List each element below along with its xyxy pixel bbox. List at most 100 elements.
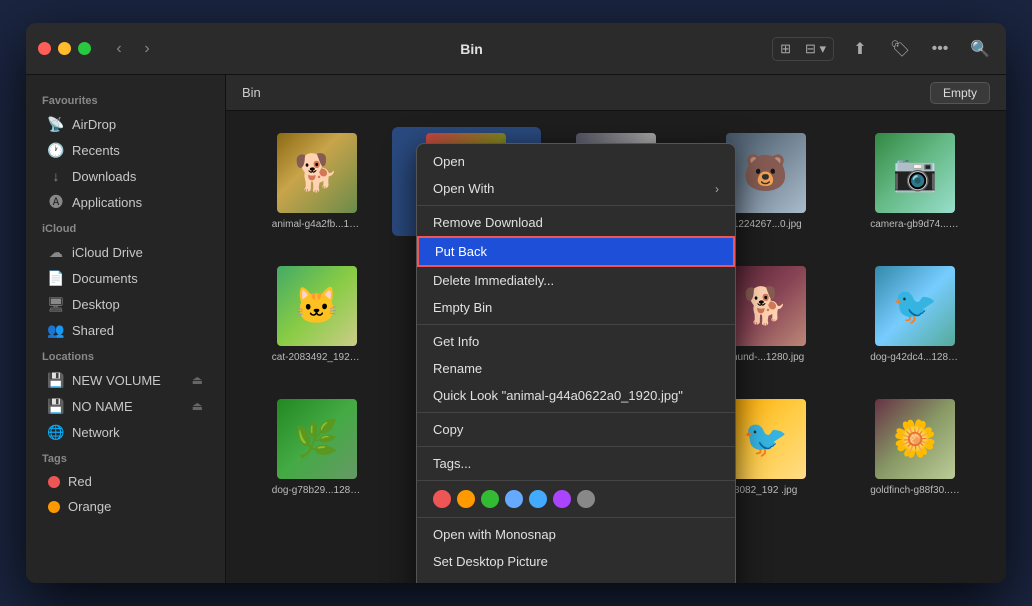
icloud-icon: ☁ bbox=[48, 244, 64, 260]
context-menu-item-open_with[interactable]: Open With› bbox=[417, 175, 735, 202]
sidebar-network-label: Network bbox=[72, 425, 120, 440]
sidebar-item-icloud-drive[interactable]: ☁ iCloud Drive bbox=[32, 239, 219, 265]
empty-button[interactable]: Empty bbox=[930, 82, 990, 104]
sidebar-item-no-name[interactable]: 💾 NO NAME ⏏ bbox=[32, 393, 219, 419]
thumbnail: 🌿 bbox=[277, 399, 357, 479]
context-menu-item-empty_bin[interactable]: Empty Bin bbox=[417, 294, 735, 321]
context-menu-item-delete_immediately[interactable]: Delete Immediately... bbox=[417, 267, 735, 294]
new-volume-icon: 💾 bbox=[48, 372, 64, 388]
context-menu-item-rename[interactable]: Rename bbox=[417, 355, 735, 382]
context-menu-item-get_info[interactable]: Get Info bbox=[417, 328, 735, 355]
submenu-arrow-icon: › bbox=[715, 182, 719, 196]
sidebar-airdrop-label: AirDrop bbox=[72, 117, 116, 132]
network-icon: 🌐 bbox=[48, 424, 64, 440]
context-menu-separator bbox=[417, 517, 735, 518]
tag-color-dot[interactable] bbox=[529, 490, 547, 508]
grid-item[interactable]: 📷 camera-gb9d74...1280.jpg bbox=[840, 127, 990, 236]
tag-color-dot[interactable] bbox=[577, 490, 595, 508]
context-menu-item-upload_monosnap[interactable]: Upload with Monosnap bbox=[417, 575, 735, 583]
thumbnail: 📷 bbox=[875, 133, 955, 213]
thumb-icon: 🌿 bbox=[294, 421, 339, 457]
tag-color-dot[interactable] bbox=[433, 490, 451, 508]
context-menu-item-quick_look[interactable]: Quick Look "animal-g44a0622a0_1920.jpg" bbox=[417, 382, 735, 409]
grid-item[interactable]: 🌼 goldfinch-g88f30...1920.jpg bbox=[840, 393, 990, 502]
ctx-item-label: Rename bbox=[433, 361, 719, 376]
eject-new-volume-icon[interactable]: ⏏ bbox=[192, 373, 203, 387]
search-icon[interactable]: 🔍 bbox=[966, 35, 994, 63]
sidebar-item-shared[interactable]: 👥 Shared bbox=[32, 317, 219, 343]
ctx-item-label: Remove Download bbox=[433, 215, 719, 230]
desktop-icon: 🖥 bbox=[48, 296, 64, 312]
context-menu-item-remove_download[interactable]: Remove Download bbox=[417, 209, 735, 236]
sidebar-item-new-volume[interactable]: 💾 NEW VOLUME ⏏ bbox=[32, 367, 219, 393]
applications-icon: 🅐 bbox=[48, 194, 64, 210]
shared-icon: 👥 bbox=[48, 322, 64, 338]
list-view-button[interactable]: ⊟ ▾ bbox=[798, 38, 833, 60]
context-menu: Open Open With› Remove Download Put Back Del… bbox=[416, 143, 736, 583]
more-icon[interactable]: ••• bbox=[926, 35, 954, 63]
grid-view-button[interactable]: ⊞ bbox=[773, 38, 798, 60]
context-menu-separator bbox=[417, 446, 735, 447]
file-label: camera-gb9d74...1280.jpg bbox=[870, 219, 960, 230]
tag-color-dot[interactable] bbox=[481, 490, 499, 508]
sidebar-item-orange-tag[interactable]: Orange bbox=[32, 494, 219, 519]
thumb-icon: 🐕 bbox=[743, 288, 788, 324]
tag-color-dot[interactable] bbox=[457, 490, 475, 508]
locations-header: Locations bbox=[26, 343, 225, 367]
view-toggle: ⊞ ⊟ ▾ bbox=[772, 37, 834, 61]
sidebar-no-name-label: NO NAME bbox=[72, 399, 133, 414]
sidebar-item-recents[interactable]: 🕐 Recents bbox=[32, 137, 219, 163]
recents-icon: 🕐 bbox=[48, 142, 64, 158]
zoom-button[interactable] bbox=[78, 42, 91, 55]
thumbnail: 🐻 bbox=[726, 133, 806, 213]
grid-item[interactable]: 🐕animal-g4a2fb...1920.jpg bbox=[242, 127, 392, 236]
sidebar-shared-label: Shared bbox=[72, 323, 114, 338]
thumb-icon: 🐦 bbox=[743, 421, 788, 457]
orange-tag-dot bbox=[48, 501, 60, 513]
favourites-header: Favourites bbox=[26, 87, 225, 111]
sidebar-item-red-tag[interactable]: Red bbox=[32, 469, 219, 494]
sidebar-item-network[interactable]: 🌐 Network bbox=[32, 419, 219, 445]
eject-no-name-icon[interactable]: ⏏ bbox=[192, 399, 203, 413]
thumb-icon: 🐦 bbox=[893, 288, 938, 324]
forward-button[interactable]: › bbox=[135, 37, 159, 61]
downloads-icon: ↓ bbox=[48, 168, 64, 184]
sidebar-item-airdrop[interactable]: 📡 AirDrop bbox=[32, 111, 219, 137]
minimize-button[interactable] bbox=[58, 42, 71, 55]
sidebar-item-downloads[interactable]: ↓ Downloads bbox=[32, 163, 219, 189]
context-menu-item-put_back[interactable]: Put Back bbox=[417, 236, 735, 267]
tag-color-dot[interactable] bbox=[505, 490, 523, 508]
grid-item[interactable]: 🐦 dog-g42dc4...1280.jpg bbox=[840, 260, 990, 369]
thumb-icon: 📷 bbox=[893, 155, 938, 191]
ctx-item-label: Quick Look "animal-g44a0622a0_1920.jpg" bbox=[433, 388, 719, 403]
sidebar-item-desktop[interactable]: 🖥 Desktop bbox=[32, 291, 219, 317]
ctx-item-label: Upload with Monosnap bbox=[433, 581, 719, 583]
share-icon[interactable]: ⬆ bbox=[846, 35, 874, 63]
sidebar-item-documents[interactable]: 📄 Documents bbox=[32, 265, 219, 291]
close-button[interactable] bbox=[38, 42, 51, 55]
sidebar-documents-label: Documents bbox=[72, 271, 138, 286]
grid-item[interactable]: 🌿dog-g78b29...1280.jpg bbox=[242, 393, 392, 502]
file-label: animal-g4a2fb...1920.jpg bbox=[272, 219, 362, 230]
context-menu-item-copy[interactable]: Copy bbox=[417, 416, 735, 443]
window-title: Bin bbox=[171, 41, 772, 57]
tag-color-dot[interactable] bbox=[553, 490, 571, 508]
context-menu-item-open_monosnap[interactable]: Open with Monosnap bbox=[417, 521, 735, 548]
grid-item[interactable]: 🐱cat-2083492_192 0.jpg bbox=[242, 260, 392, 369]
file-label: goldfinch-g88f30...1920.jpg bbox=[870, 485, 960, 496]
tags-header: Tags bbox=[26, 445, 225, 469]
ctx-item-label: Delete Immediately... bbox=[433, 273, 719, 288]
ctx-item-label: Set Desktop Picture bbox=[433, 554, 719, 569]
context-menu-item-open[interactable]: Open bbox=[417, 148, 735, 175]
context-menu-item-tags[interactable]: Tags... bbox=[417, 450, 735, 477]
thumbnail: 🌼 bbox=[875, 399, 955, 479]
tag-icon[interactable]: 🏷 bbox=[886, 35, 914, 63]
context-menu-item-set_desktop[interactable]: Set Desktop Picture bbox=[417, 548, 735, 575]
ctx-item-label: Open bbox=[433, 154, 719, 169]
sidebar-item-applications[interactable]: 🅐 Applications bbox=[32, 189, 219, 215]
icloud-header: iCloud bbox=[26, 215, 225, 239]
sidebar-red-tag-label: Red bbox=[68, 474, 92, 489]
file-label: dog-g42dc4...1280.jpg bbox=[870, 352, 960, 363]
sidebar-applications-label: Applications bbox=[72, 195, 142, 210]
back-button[interactable]: ‹ bbox=[107, 37, 131, 61]
